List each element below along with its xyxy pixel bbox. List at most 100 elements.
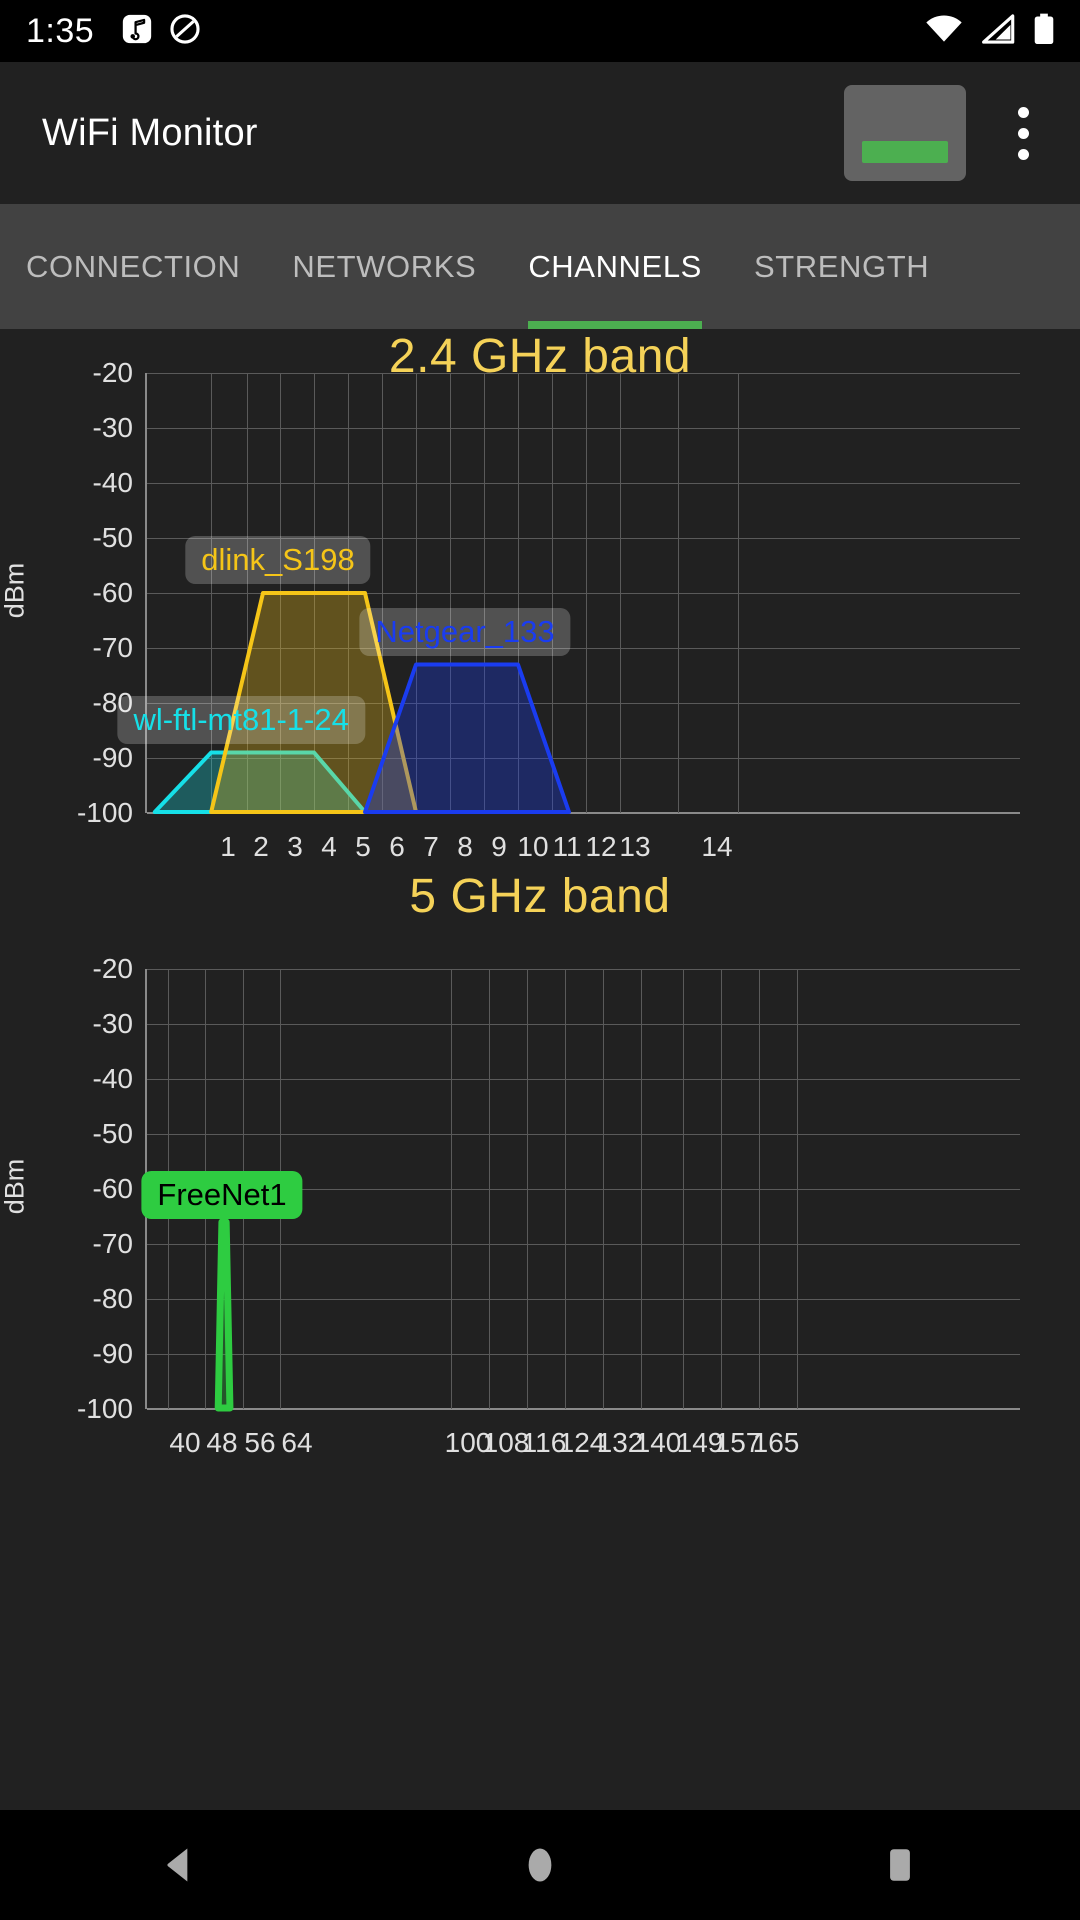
app-screen: 1:35 WiFi Monitor CONNECTION NETWORKS CH…	[0, 0, 1080, 1920]
y-axis-tick-label: -90	[92, 1338, 133, 1369]
gridline-horizontal	[147, 1134, 1020, 1135]
y-axis-tick-label: -20	[92, 357, 133, 388]
gridline-vertical	[641, 969, 642, 1409]
wifi-toggle-button[interactable]	[844, 85, 966, 181]
cellular-signal-icon	[980, 13, 1016, 49]
status-bar-notification-icons	[120, 12, 202, 51]
gridline-horizontal	[147, 758, 1020, 759]
x-axis-tick-label: 149	[676, 1427, 724, 1458]
y-axis-tick-label: -60	[92, 577, 133, 608]
gridline-vertical	[737, 373, 739, 813]
gridline-vertical	[243, 969, 244, 1409]
x-axis-tick-label: 108	[482, 1427, 530, 1458]
x-axis-tick-label: 116	[521, 1427, 567, 1458]
x-axis-tick-label: 157	[714, 1427, 762, 1458]
y-axis-tick-label: -70	[92, 632, 133, 663]
y-axis-tick-label: -60	[92, 1173, 133, 1204]
tab-networks[interactable]: NETWORKS	[266, 204, 502, 329]
x-axis-tick-label: 12	[585, 831, 617, 862]
app-bar: WiFi Monitor	[0, 62, 1080, 204]
y-axis-tick-label: -20	[92, 953, 133, 984]
x-axis-tick-label: 40	[169, 1427, 201, 1458]
gridline-vertical	[586, 373, 587, 813]
x-axis-tick-label: 2	[253, 831, 269, 862]
tab-channels[interactable]: CHANNELS	[502, 204, 728, 329]
gridline-vertical	[205, 969, 206, 1409]
gridline-horizontal	[147, 1024, 1020, 1025]
gridline-horizontal	[147, 373, 1020, 374]
x-axis-tick-label: 5	[355, 831, 371, 862]
gridline-horizontal	[147, 593, 1020, 594]
tab-strength[interactable]: STRENGTH	[728, 204, 955, 329]
x-axis-tick-label: 4	[321, 831, 337, 862]
overflow-menu-button[interactable]	[988, 85, 1058, 181]
gridline-vertical	[518, 373, 519, 813]
gridline-vertical	[527, 969, 528, 1409]
network-shapes	[152, 591, 571, 814]
page-title: WiFi Monitor	[42, 111, 258, 154]
network-label[interactable]: Netgear_133	[359, 607, 571, 656]
y-axis-tick-label: -100	[76, 797, 133, 828]
x-axis-tick-label: 124	[558, 1427, 606, 1458]
gridline-vertical	[489, 969, 490, 1409]
network-label[interactable]: FreeNet1	[141, 1170, 303, 1219]
wifi-icon	[924, 14, 964, 49]
system-navigation-bar	[0, 1810, 1080, 1920]
gridline-horizontal	[147, 1409, 1020, 1410]
overflow-dot-icon	[1017, 148, 1029, 160]
x-axis-tick-label: 3	[287, 831, 303, 862]
gridline-horizontal	[147, 1189, 1020, 1190]
gridline-horizontal	[147, 428, 1020, 429]
gridline-vertical	[168, 969, 169, 1409]
x-axis-line	[147, 812, 1020, 814]
music-note-icon	[120, 12, 154, 51]
gridline-vertical	[348, 373, 349, 813]
gridline-vertical	[721, 969, 722, 1409]
network-shape	[214, 1218, 234, 1412]
network-label[interactable]: wl-ftl-mt81-1-24	[117, 695, 365, 744]
gridline-horizontal	[147, 1299, 1020, 1300]
gridline-horizontal	[147, 538, 1020, 539]
tab-connection[interactable]: CONNECTION	[0, 204, 266, 329]
chart-title: 5 GHz band	[409, 870, 671, 923]
gridline-vertical	[620, 373, 621, 813]
gridline-horizontal	[147, 969, 1020, 970]
y-axis-tick-label: -80	[92, 1283, 133, 1314]
y-axis-tick-label: -50	[92, 1118, 133, 1149]
x-axis-line	[147, 1408, 1020, 1410]
x-axis-tick-label: 8	[457, 831, 473, 862]
home-button[interactable]	[480, 1810, 600, 1920]
y-axis-tick-label: -30	[92, 1008, 133, 1039]
overflow-dot-icon	[1017, 127, 1029, 139]
x-axis-tick-label: 7	[423, 831, 439, 862]
gridline-horizontal	[147, 648, 1020, 649]
x-axis-tick-label: 10	[517, 831, 549, 862]
x-axis-tick-label: 14	[701, 831, 733, 862]
y-axis-ticks: -20 -30 -40 -50 -60 -70 -80 -90 -100	[15, 953, 133, 1424]
gridline-horizontal	[147, 1244, 1020, 1245]
gridline-vertical	[678, 373, 679, 813]
gridline-horizontal	[147, 813, 1020, 814]
x-axis-tick-label: 56	[244, 1427, 276, 1458]
status-bar: 1:35	[0, 0, 1080, 62]
network-shape	[209, 591, 418, 814]
tab-label: STRENGTH	[753, 248, 930, 284]
overflow-dot-icon	[1017, 106, 1029, 118]
y-axis-tick-label: -40	[92, 1063, 133, 1094]
tab-label: CHANNELS	[528, 248, 702, 284]
gridline-horizontal	[147, 1354, 1020, 1355]
gridline-vertical	[797, 969, 798, 1409]
tab-label: NETWORKS	[292, 248, 477, 284]
y-axis-tick-label: -50	[92, 522, 133, 553]
y-axis-tick-label: -70	[92, 1228, 133, 1259]
recents-button[interactable]	[840, 1810, 960, 1920]
gridline-vertical	[565, 969, 566, 1409]
y-axis-tick-label: -80	[92, 687, 133, 718]
y-axis-tick-label: -90	[92, 742, 133, 773]
network-label[interactable]: dlink_S198	[185, 536, 371, 584]
back-button[interactable]	[120, 1810, 240, 1920]
x-axis-tick-label: 64	[281, 1427, 313, 1458]
y-axis-tick-label: -30	[92, 412, 133, 443]
x-axis-tick-label: 11	[552, 831, 582, 862]
gridline-vertical	[451, 969, 452, 1409]
